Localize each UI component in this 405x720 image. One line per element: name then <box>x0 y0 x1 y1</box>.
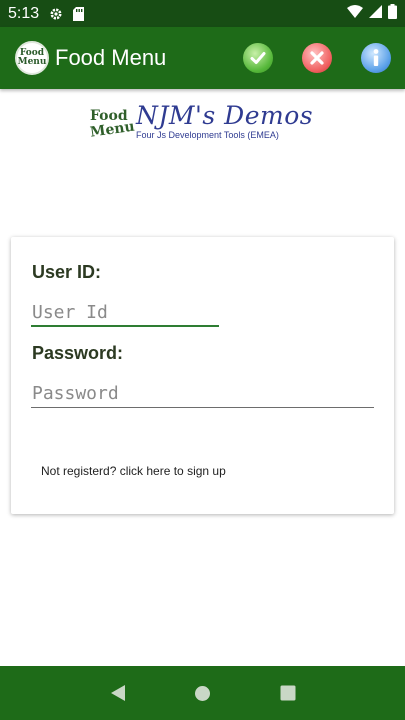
cancel-button[interactable] <box>302 43 332 73</box>
app-logo: Food Menu <box>15 41 49 75</box>
app-title: Food Menu <box>55 45 167 70</box>
signup-link[interactable]: Not registerd? click here to sign up <box>41 464 226 478</box>
home-icon <box>195 685 210 701</box>
home-button[interactable] <box>183 673 223 713</box>
status-time: 5:13 <box>8 4 40 22</box>
app-logo-text-bottom: Menu <box>17 57 47 67</box>
status-bar: 5:13 <box>0 0 405 27</box>
recents-icon <box>280 685 295 701</box>
check-icon <box>250 52 266 64</box>
battery-icon <box>388 3 397 24</box>
login-screen: 5:13 Food Menu Food Menu Food Menu NJM's… <box>0 0 405 720</box>
nav-bar <box>0 666 405 720</box>
app-bar: Food Menu Food Menu <box>0 27 405 89</box>
back-icon <box>110 685 125 701</box>
info-icon <box>373 49 379 66</box>
status-indicators <box>347 3 397 24</box>
app-bar-actions <box>243 43 405 73</box>
sd-card-icon <box>73 6 85 21</box>
brand-title: NJM's Demos <box>136 101 314 130</box>
wifi-icon <box>347 4 363 23</box>
recents-button[interactable] <box>268 673 308 713</box>
login-card: User ID: Password: Not registerd? click … <box>11 237 394 514</box>
close-icon <box>310 51 324 65</box>
settings-icon <box>49 7 63 21</box>
password-label: Password: <box>32 343 124 363</box>
password-input[interactable] <box>31 380 374 408</box>
brand-logo-text-bottom: Menu <box>89 118 136 141</box>
signal-icon <box>369 4 382 23</box>
brand-text: NJM's Demos Four Js Development Tools (E… <box>136 101 314 141</box>
brand-header: Food Menu NJM's Demos Four Js Developmen… <box>89 101 320 151</box>
accept-button[interactable] <box>243 43 273 73</box>
userid-input[interactable] <box>31 299 219 327</box>
brand-logo: Food Menu <box>89 103 136 143</box>
back-button[interactable] <box>98 673 138 713</box>
info-button[interactable] <box>361 43 391 73</box>
userid-label: User ID: <box>32 262 102 282</box>
brand-subtitle: Four Js Development Tools (EMEA) <box>136 130 279 140</box>
